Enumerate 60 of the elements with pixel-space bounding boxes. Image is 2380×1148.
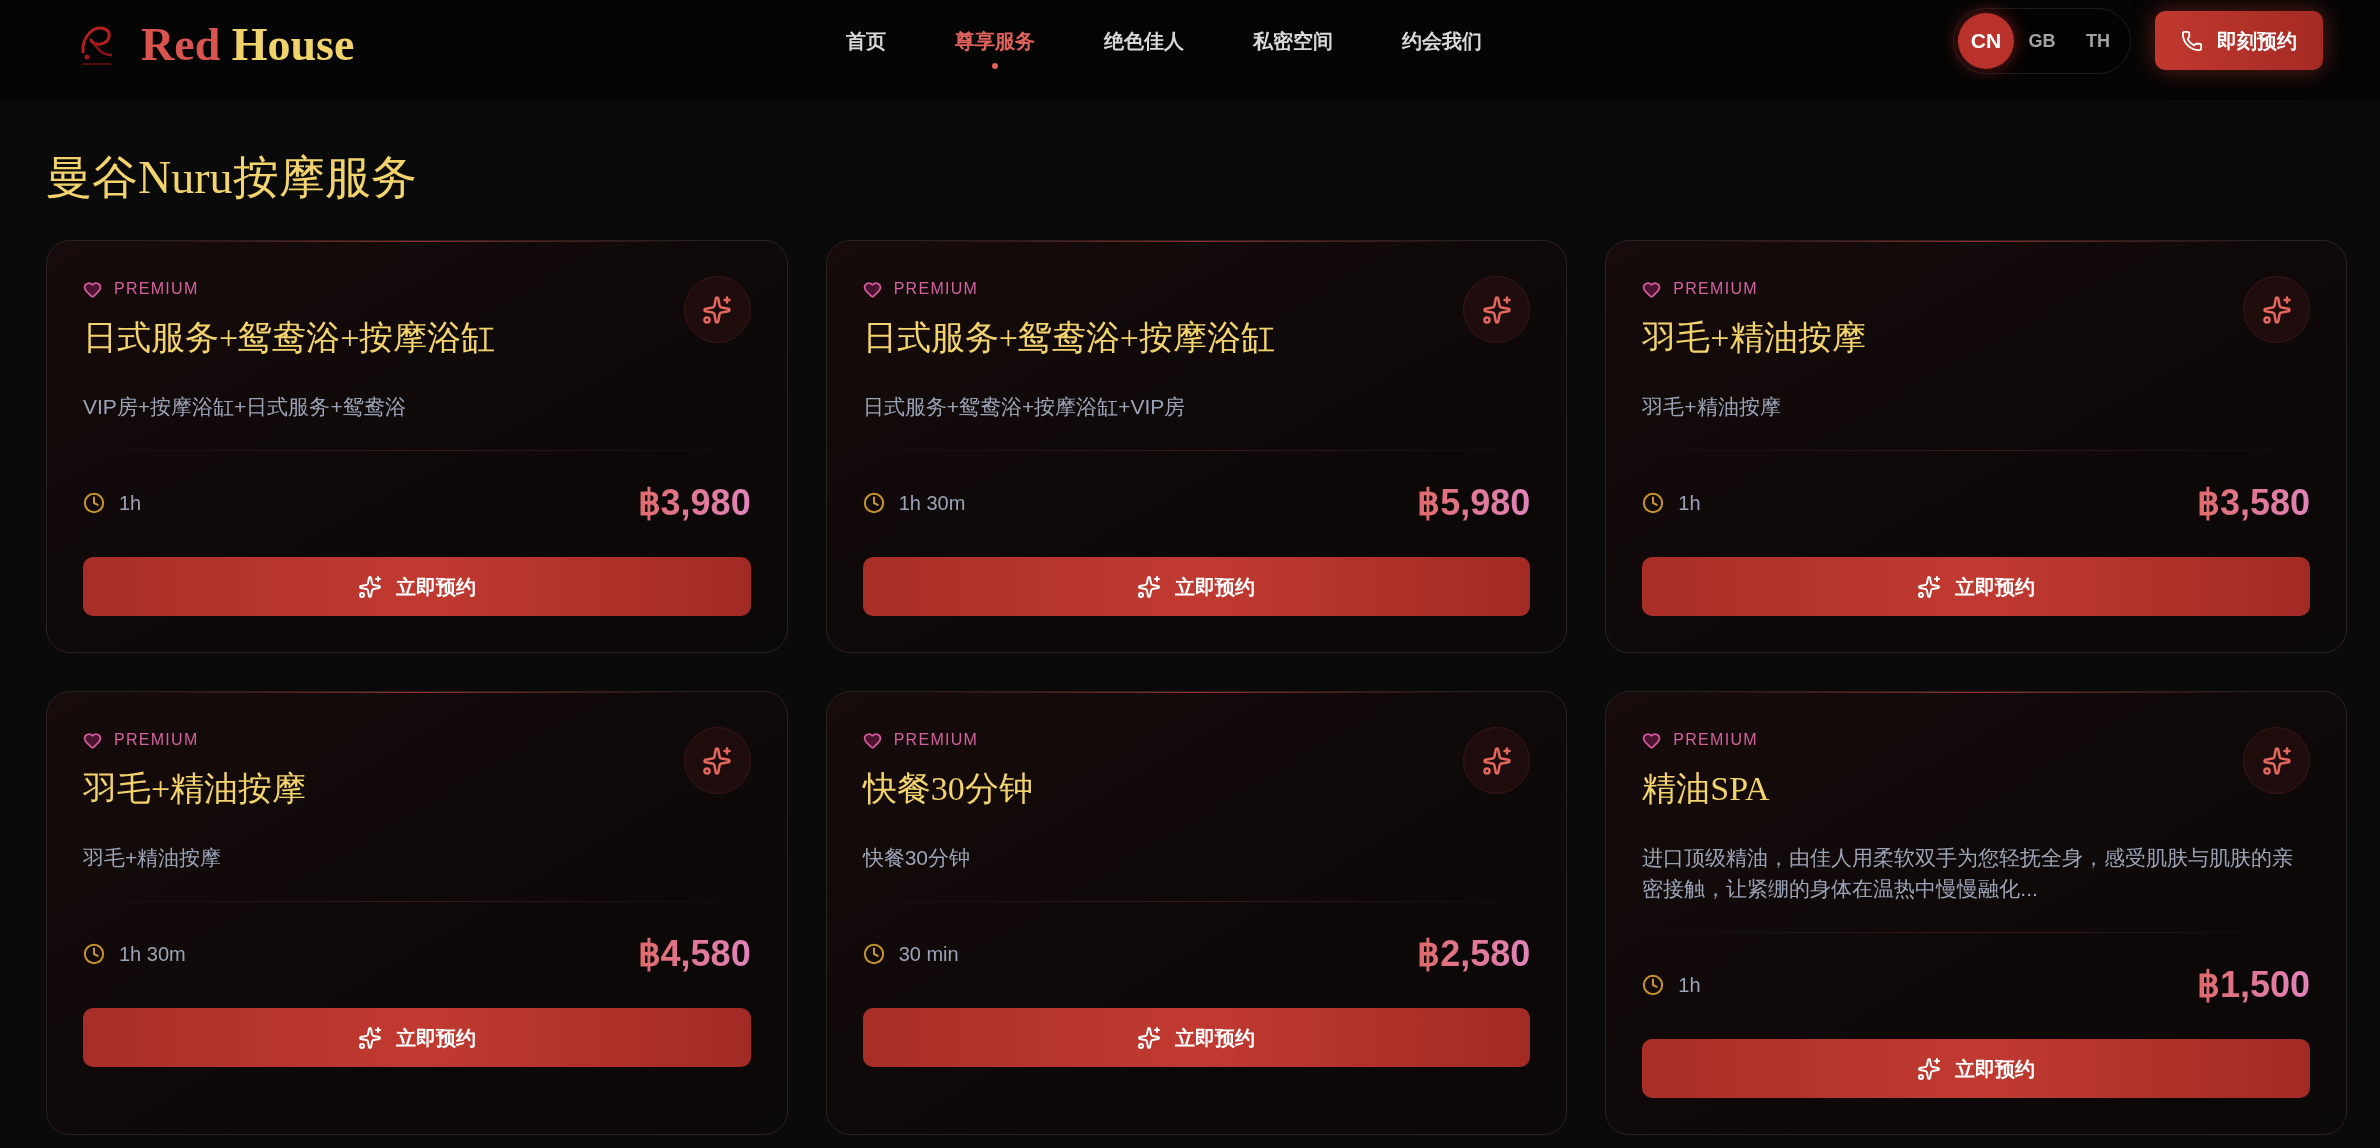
sparkle-icon xyxy=(1137,574,1162,599)
heart-icon xyxy=(83,730,102,750)
clock-icon xyxy=(862,943,885,965)
clock-icon xyxy=(83,943,105,965)
service-title: 日式服务+鸳鸯浴+按摩浴缸 xyxy=(83,318,496,358)
page-title: 曼谷Nuru按摩服务 xyxy=(46,151,418,205)
service-title: 羽毛+精油按摩 xyxy=(1642,318,1866,358)
service-description: 进口顶级精油，由佳人用柔软双手为您轻抚全身，感受肌肤与肌肤的亲密接触，让紧绷的身体在温热中慢慢融化... xyxy=(1642,845,2295,902)
nav-link[interactable]: 尊享服务 xyxy=(955,27,1035,69)
language-option[interactable]: CN xyxy=(1958,13,2014,69)
nav-link[interactable]: 约会我们 xyxy=(1402,27,1482,55)
premium-tag: PREMIUM xyxy=(893,277,979,301)
duration-text: 1h 30m xyxy=(898,491,966,516)
clock-icon xyxy=(1642,492,1665,514)
nav-link[interactable]: 绝色佳人 xyxy=(1104,27,1184,55)
sparkle-icon xyxy=(1137,1025,1162,1050)
book-service-button[interactable]: 立即预约 xyxy=(862,557,1531,616)
duration-text: 1h 30m xyxy=(119,942,186,967)
book-service-button[interactable]: 立即预约 xyxy=(1642,557,2310,616)
heart-icon xyxy=(1642,279,1662,299)
service-description: 羽毛+精油按摩 xyxy=(83,845,223,871)
clock-icon xyxy=(862,492,885,514)
book-service-button[interactable]: 立即预约 xyxy=(1642,1039,2310,1098)
duration-text: 1h xyxy=(1678,491,1701,516)
nav-link[interactable]: 私密空间 xyxy=(1253,27,1333,55)
heart-icon xyxy=(862,279,882,299)
clock-icon xyxy=(1642,974,1665,996)
service-title: 精油SPA xyxy=(1642,769,1770,809)
book-service-button[interactable]: 立即预约 xyxy=(83,557,751,616)
language-option[interactable]: TH xyxy=(2070,13,2126,69)
language-option[interactable]: GB xyxy=(2014,13,2070,69)
service-description: VIP房+按摩浴缸+日式服务+鸳鸯浴 xyxy=(83,394,407,420)
service-title: 日式服务+鸳鸯浴+按摩浴缸 xyxy=(862,318,1275,358)
duration-text: 1h xyxy=(119,491,142,516)
duration-text: 30 min xyxy=(898,942,959,967)
service-description: 羽毛+精油按摩 xyxy=(1642,394,1782,420)
sparkle-icon xyxy=(1917,574,1942,599)
service-description: 快餐30分钟 xyxy=(862,845,971,871)
book-service-button[interactable]: 立即预约 xyxy=(862,1008,1531,1067)
heart-icon xyxy=(862,730,882,750)
book-service-button[interactable]: 立即预约 xyxy=(83,1008,751,1067)
phone-icon xyxy=(2181,29,2203,52)
service-description: 日式服务+鸳鸯浴+按摩浴缸+VIP房 xyxy=(862,394,1187,420)
premium-tag: PREMIUM xyxy=(1673,728,1758,752)
duration-text: 1h xyxy=(1678,973,1701,998)
service-title: 羽毛+精油按摩 xyxy=(83,769,307,809)
sparkle-icon xyxy=(357,1025,382,1050)
brand-name: Red House xyxy=(141,20,355,70)
book-now-button[interactable]: 即刻预约 xyxy=(2155,11,2323,70)
sparkle-icon xyxy=(1917,1056,1942,1081)
premium-tag: PREMIUM xyxy=(893,728,979,752)
heart-icon xyxy=(1642,730,1662,750)
heart-icon xyxy=(83,279,102,299)
premium-tag: PREMIUM xyxy=(114,728,199,752)
clock-icon xyxy=(83,492,105,514)
premium-tag: PREMIUM xyxy=(114,277,199,301)
sparkle-icon xyxy=(357,574,382,599)
service-title: 快餐30分钟 xyxy=(862,769,1033,809)
premium-tag: PREMIUM xyxy=(1673,277,1758,301)
nav-link[interactable]: 首页 xyxy=(846,27,886,55)
